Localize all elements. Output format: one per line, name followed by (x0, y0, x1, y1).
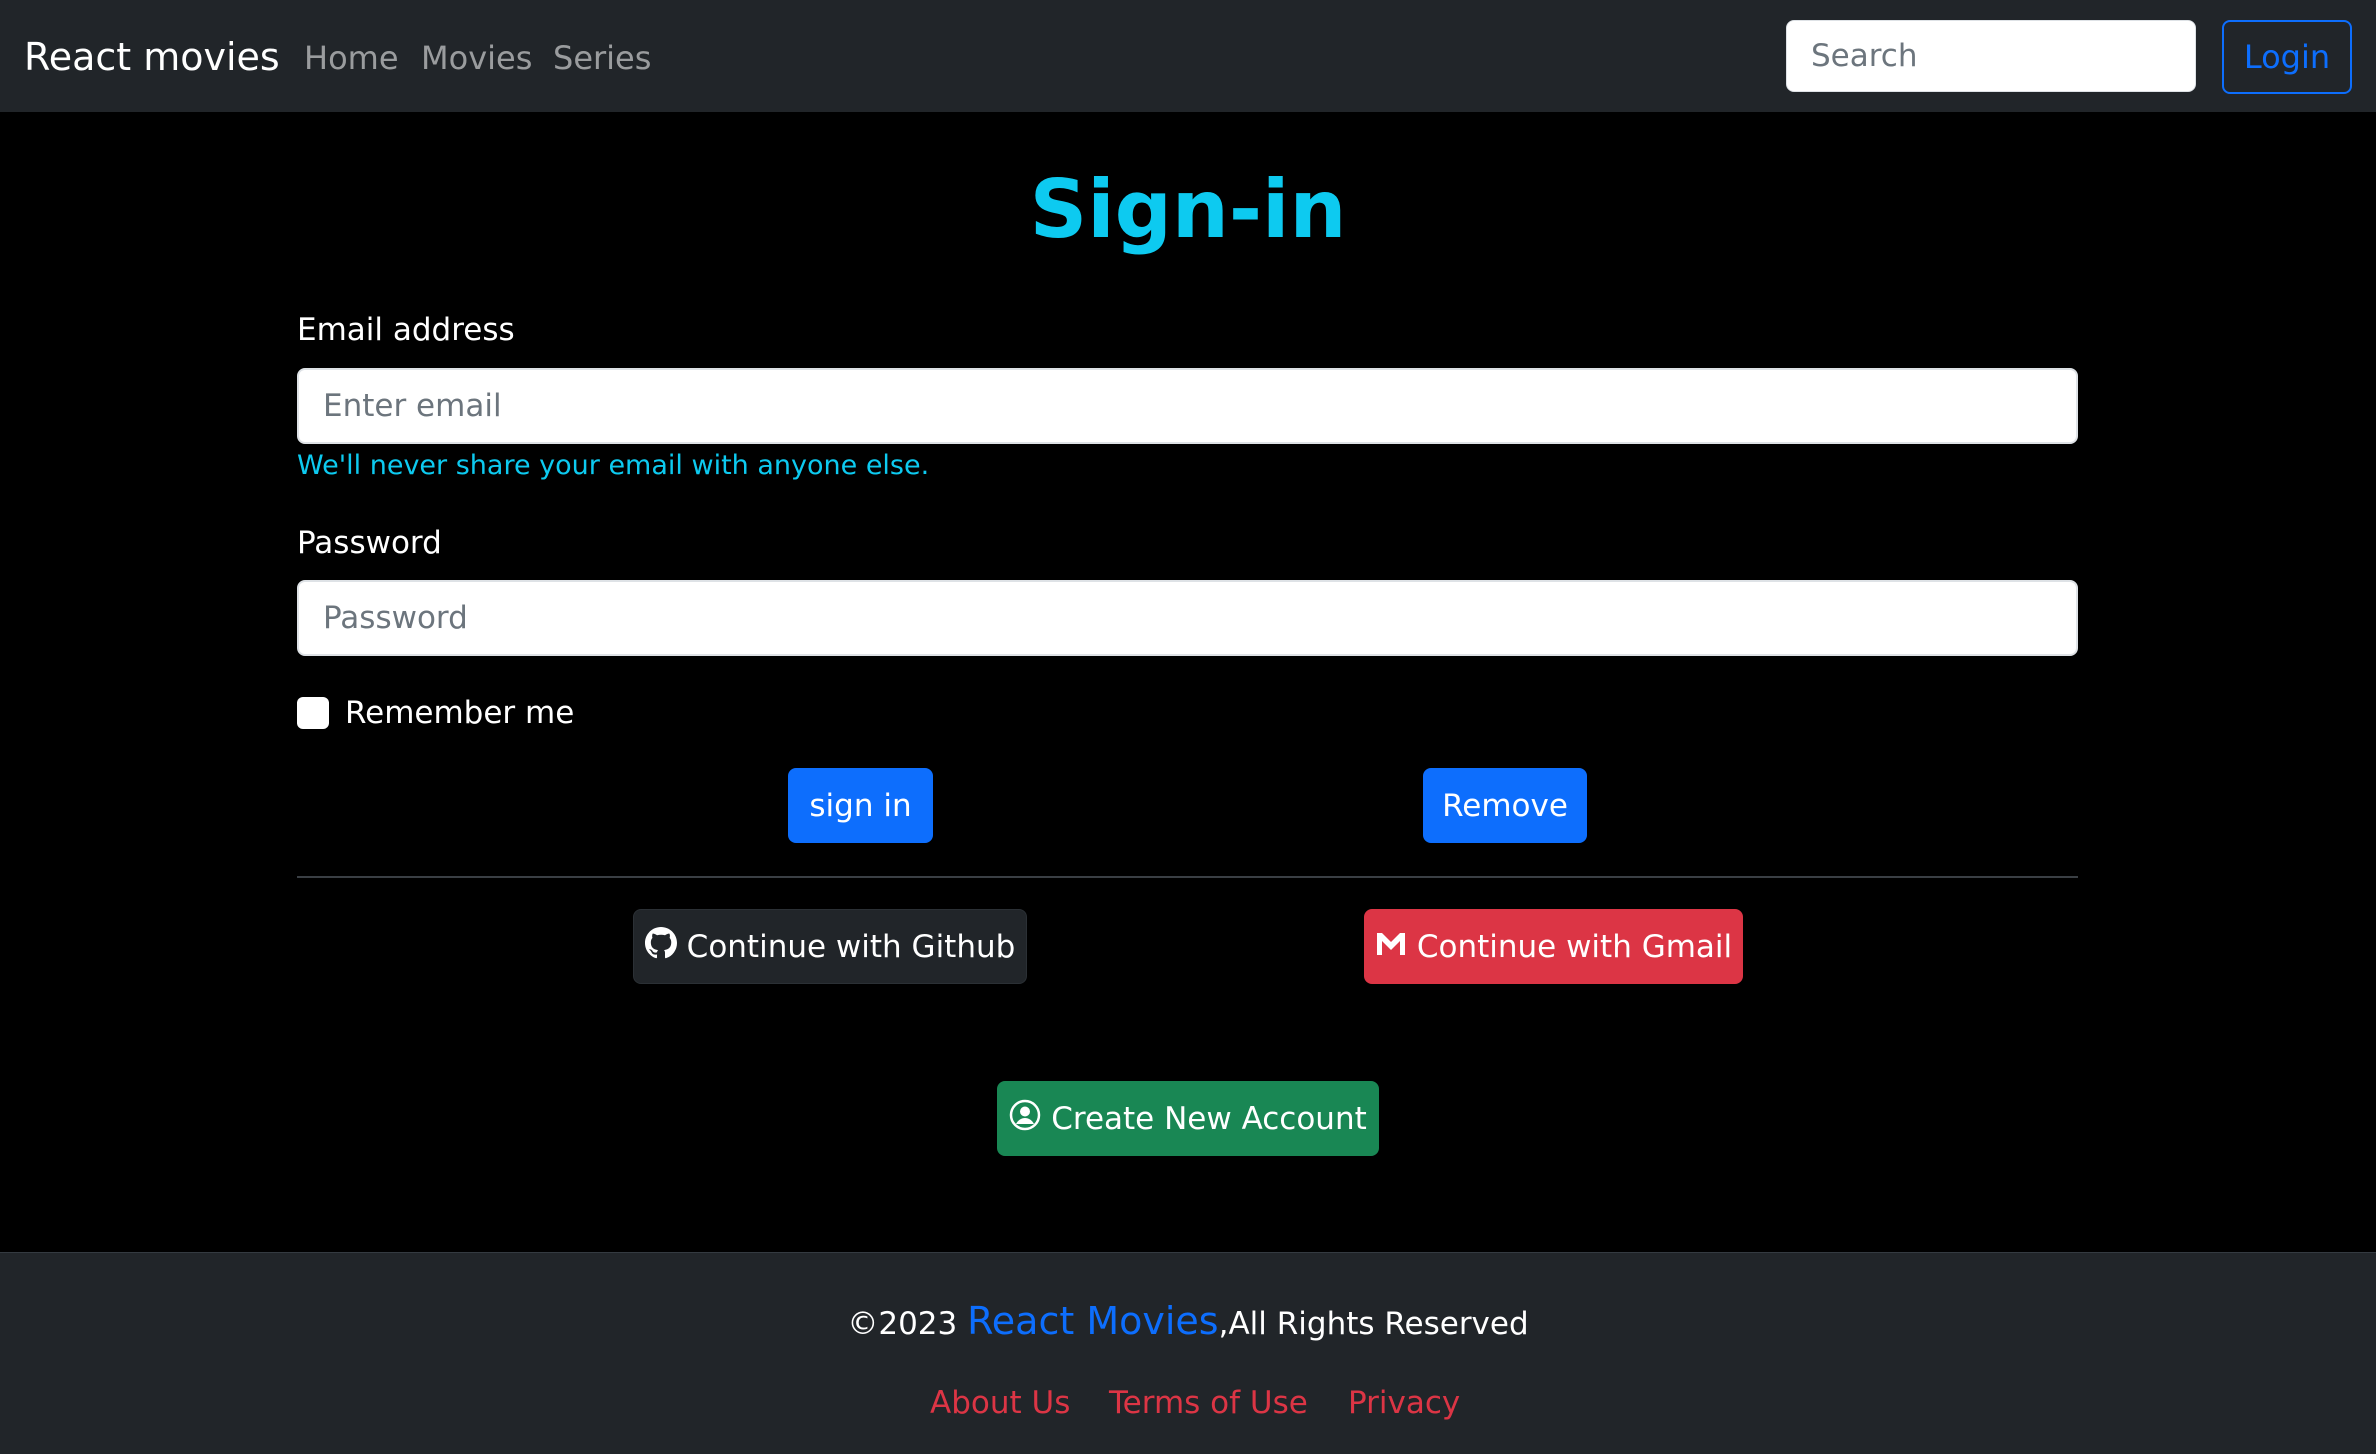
nav-link-home[interactable]: Home (304, 36, 399, 80)
email-field[interactable] (297, 368, 2078, 444)
footer-brand-link[interactable]: React Movies (967, 1299, 1219, 1343)
create-account-label: Create New Account (1051, 1100, 1367, 1137)
github-label: Continue with Github (686, 928, 1016, 965)
sign-in-button[interactable]: sign in (788, 768, 933, 843)
create-account-button[interactable]: Create New Account (997, 1081, 1379, 1156)
login-button[interactable]: Login (2222, 20, 2352, 94)
remove-button[interactable]: Remove (1423, 768, 1587, 843)
remember-me-checkbox[interactable] (297, 697, 329, 729)
brand-link[interactable]: React movies (24, 30, 280, 84)
github-button[interactable]: Continue with Github (633, 909, 1027, 984)
footer-link-terms[interactable]: Terms of Use (1109, 1377, 1308, 1429)
footer-link-privacy[interactable]: Privacy (1348, 1377, 1460, 1429)
password-label: Password (297, 525, 442, 561)
gmail-label: Continue with Gmail (1416, 928, 1733, 965)
nav-link-series[interactable]: Series (553, 36, 651, 80)
email-label: Email address (297, 312, 515, 348)
copyright: ©2023 React Movies,All Rights Reserved (0, 1293, 2376, 1352)
email-help-text: We'll never share your email with anyone… (297, 450, 930, 481)
nav-link-movies[interactable]: Movies (421, 36, 532, 80)
navbar: React movies Home Movies Series Login (0, 0, 2376, 112)
sign-in-label: sign in (809, 787, 912, 824)
gmail-icon (1375, 929, 1407, 965)
gmail-button[interactable]: Continue with Gmail (1364, 909, 1743, 984)
copyright-prefix: ©2023 (847, 1306, 968, 1342)
remove-label: Remove (1442, 787, 1568, 824)
footer: ©2023 React Movies,All Rights Reserved A… (0, 1252, 2376, 1454)
footer-link-about[interactable]: About Us (930, 1377, 1070, 1429)
user-circle-icon (1009, 1099, 1041, 1139)
github-icon (644, 926, 677, 967)
copyright-suffix: ,All Rights Reserved (1218, 1306, 1529, 1342)
search-input[interactable] (1786, 20, 2196, 92)
page-title: Sign-in (1029, 163, 1347, 256)
remember-me-label: Remember me (345, 695, 575, 731)
password-field[interactable] (297, 580, 2078, 656)
divider (297, 876, 2078, 878)
